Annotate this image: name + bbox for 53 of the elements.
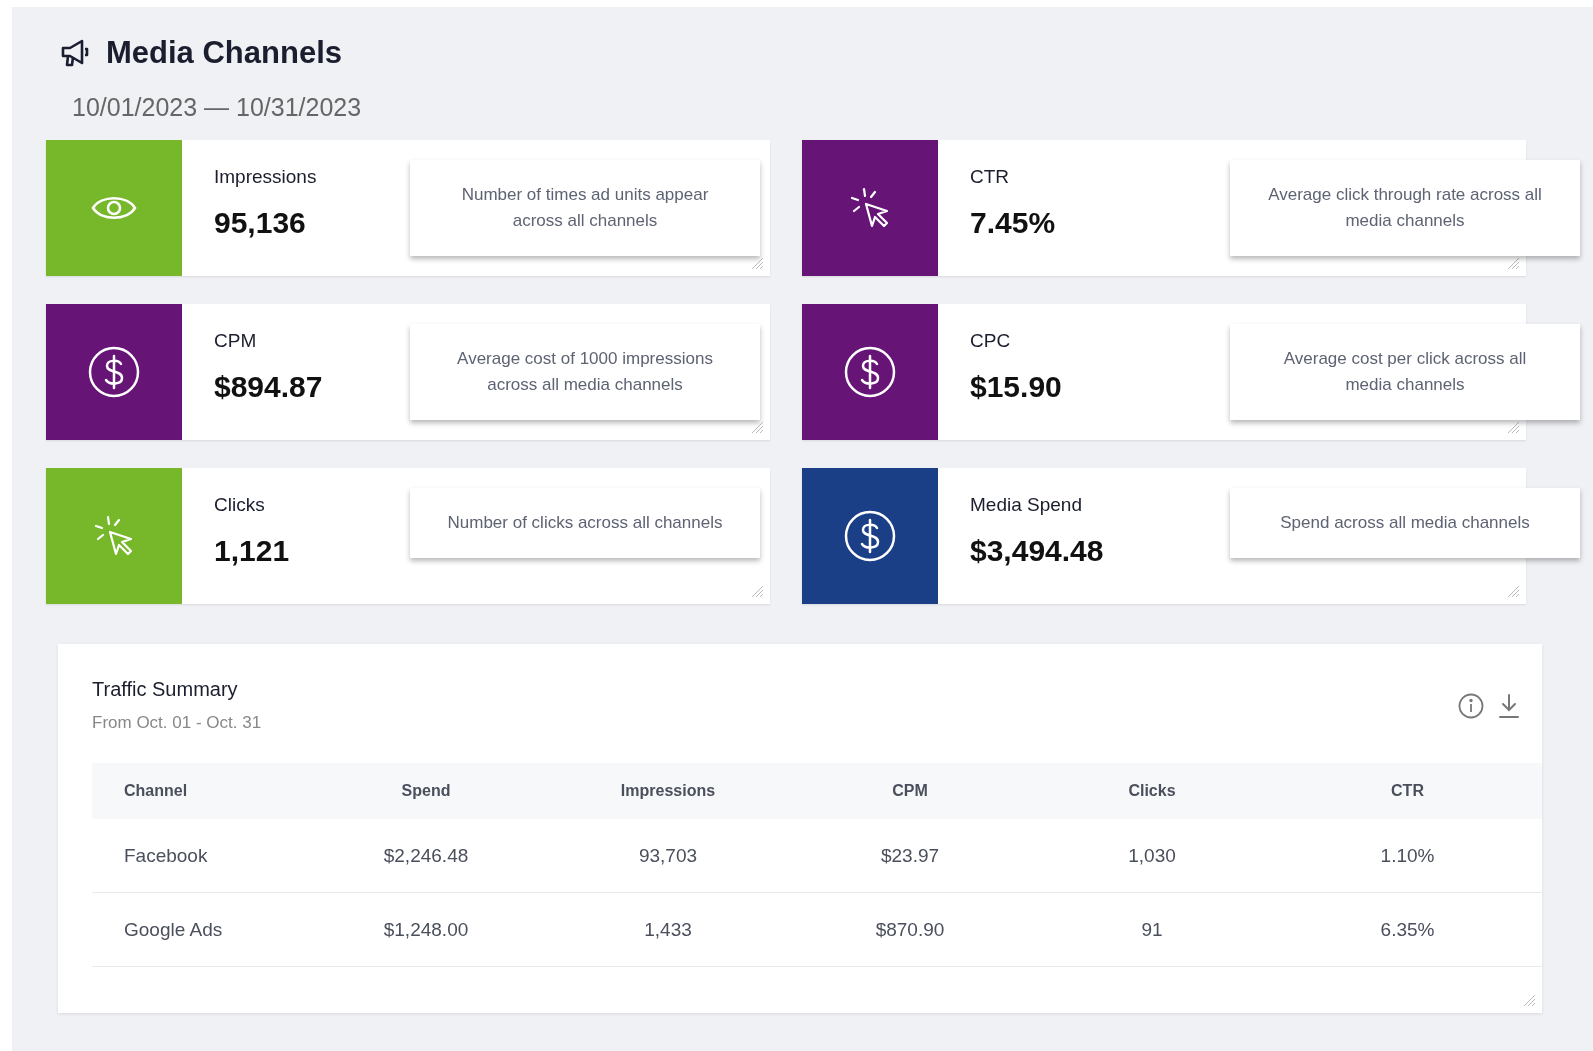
metric-value: 7.45% <box>970 206 1056 240</box>
table-cell: 91 <box>1031 892 1273 967</box>
table-cell: $1,248.00 <box>305 892 547 967</box>
metric-value: $15.90 <box>970 370 1062 404</box>
resize-handle-icon[interactable] <box>750 256 764 270</box>
column-header: Clicks <box>1031 763 1273 819</box>
date-range: 10/01/2023 — 10/31/2023 <box>72 93 363 122</box>
metric-label: Clicks <box>214 494 265 516</box>
column-header: Channel <box>92 763 305 819</box>
table-cell: Google Ads <box>92 892 305 967</box>
metric-label: Impressions <box>214 166 317 188</box>
dollar-circle-icon <box>843 345 897 399</box>
table-cell: Facebook <box>92 819 305 893</box>
table-cell: 1,433 <box>547 892 789 967</box>
metric-value: 1,121 <box>214 534 290 568</box>
metric-tooltip: Average click through rate across all media channels <box>1230 160 1580 256</box>
page-title: Media Channels <box>106 35 342 71</box>
info-icon[interactable] <box>1458 692 1484 719</box>
metric-tooltip: Spend across all media channels <box>1230 488 1580 558</box>
download-icon[interactable] <box>1498 692 1520 719</box>
dollar-circle-icon <box>87 345 141 399</box>
table-cell: 1,030 <box>1031 819 1273 893</box>
metric-value: $3,494.48 <box>970 534 1104 568</box>
column-header: CPM <box>789 763 1031 819</box>
metric-tooltip: Number of clicks across all channels <box>410 488 760 558</box>
column-header: Impressions <box>547 763 789 819</box>
resize-handle-icon[interactable] <box>1506 256 1520 270</box>
metric-value: 95,136 <box>214 206 306 240</box>
column-header: CTR <box>1273 763 1542 819</box>
metric-tooltip: Average cost of 1000 impressions across all media channels <box>410 324 760 420</box>
metric-label: Media Spend <box>970 494 1082 516</box>
table-cell: 6.35% <box>1273 892 1542 967</box>
panel-title: Traffic Summary <box>92 678 239 701</box>
resize-handle-icon[interactable] <box>1506 420 1520 434</box>
resize-handle-icon[interactable] <box>750 584 764 598</box>
megaphone-icon <box>60 39 90 67</box>
resize-handle-icon[interactable] <box>1506 584 1520 598</box>
table-cell: $23.97 <box>789 819 1031 893</box>
metric-tooltip: Average cost per click across all media channels <box>1230 324 1580 420</box>
table-cell: 93,703 <box>547 819 789 893</box>
table-cell: $2,246.48 <box>305 819 547 893</box>
metric-label: CPM <box>214 330 257 352</box>
table-cell: 1.10% <box>1273 819 1542 893</box>
dollar-circle-icon <box>843 509 897 563</box>
resize-handle-icon[interactable] <box>750 420 764 434</box>
metric-tooltip: Number of times ad units appear across all channels <box>410 160 760 256</box>
column-header: Spend <box>305 763 547 819</box>
metric-label: CPC <box>970 330 1011 352</box>
resize-handle-icon[interactable] <box>1522 993 1536 1007</box>
table-cell: $870.90 <box>789 892 1031 967</box>
panel-subtitle: From Oct. 01 - Oct. 31 <box>92 713 262 733</box>
metric-label: CTR <box>970 166 1010 188</box>
metric-value: $894.87 <box>214 370 323 404</box>
